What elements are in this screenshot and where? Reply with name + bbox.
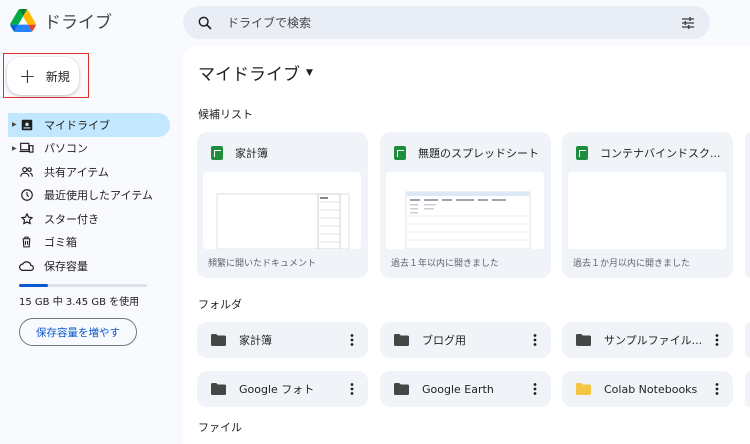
search-input[interactable] — [227, 15, 680, 30]
sidebar-item-label: パソコン — [44, 142, 88, 156]
storage-usage-fill — [19, 284, 49, 287]
folder-icon — [211, 334, 226, 346]
suggested-card-reason: 過去１か月以内に開きました — [573, 259, 691, 269]
folder-item[interactable]: ブログ用 — [380, 322, 551, 358]
folder-item-partial[interactable] — [745, 322, 750, 358]
folder-item[interactable]: Google Earth — [380, 371, 551, 407]
folder-name: Google フォト — [239, 383, 315, 396]
suggested-card-reason: 過去１年以内に開きました — [391, 259, 500, 269]
star-icon — [19, 211, 34, 226]
search-bar[interactable] — [183, 6, 710, 39]
sidebar-item-label: マイドライブ — [44, 118, 110, 132]
folder-item[interactable]: Colab Notebooks — [562, 371, 733, 407]
sheets-icon — [211, 146, 223, 160]
more-options-icon[interactable] — [707, 379, 727, 399]
suggested-card-partial[interactable] — [745, 132, 750, 278]
sidebar-item-label: 共有アイテム — [44, 165, 109, 179]
sidebar-item-starred[interactable]: スター付き — [0, 207, 175, 231]
folder-name: Google Earth — [422, 382, 494, 396]
sidebar-item-label: ゴミ箱 — [44, 236, 77, 250]
get-more-storage-button[interactable]: 保存容量を増やす — [19, 318, 137, 346]
sheets-icon — [394, 146, 406, 160]
sidebar-item-my-drive[interactable]: ▶ マイドライブ — [8, 113, 170, 137]
new-button[interactable]: + 新規 — [7, 57, 79, 95]
suggested-card-name: 無題のスプレッドシート — [418, 147, 539, 160]
trash-icon — [19, 235, 34, 250]
cloud-icon — [19, 258, 34, 273]
search-icon[interactable] — [197, 15, 213, 31]
sidebar-item-label: スター付き — [44, 212, 99, 226]
file-thumbnail — [568, 172, 726, 249]
suggested-card[interactable]: コンテナバインドスク... 過去１か月以内に開きました — [562, 132, 733, 278]
folder-item[interactable]: Google フォト — [197, 371, 368, 407]
computers-icon — [19, 141, 34, 156]
folder-icon — [211, 383, 226, 395]
folder-item-partial[interactable] — [745, 371, 750, 407]
storage-usage-bar — [19, 284, 147, 287]
sidebar-item-label: 保存容量 — [44, 259, 88, 273]
folder-name: サンプルファイル... — [604, 334, 703, 347]
folders-section-label: フォルダ — [198, 298, 242, 311]
new-button-label: 新規 — [45, 69, 70, 84]
suggested-section-label: 候補リスト — [198, 108, 253, 121]
shared-icon — [19, 164, 34, 179]
sidebar-item-trash[interactable]: ゴミ箱 — [0, 231, 175, 255]
suggested-card-name: コンテナバインドスク... — [600, 147, 721, 160]
sidebar-item-shared[interactable]: 共有アイテム — [0, 160, 175, 184]
recent-icon — [19, 188, 34, 203]
folder-icon — [576, 383, 591, 395]
suggested-card[interactable]: 無題のスプレッドシート 過去１年以内に開きました — [380, 132, 551, 278]
chevron-down-icon: ▼ — [306, 67, 313, 78]
more-options-icon[interactable] — [707, 330, 727, 350]
file-thumbnail — [386, 172, 544, 249]
google-drive-icon — [10, 9, 36, 32]
folder-icon — [394, 383, 409, 395]
sidebar-item-storage[interactable]: 保存容量 — [0, 254, 175, 278]
more-options-icon[interactable] — [525, 330, 545, 350]
drive-logo[interactable]: ドライブ — [10, 8, 112, 33]
folder-item[interactable]: サンプルファイル... — [562, 322, 733, 358]
files-section-label: ファイル — [198, 421, 242, 434]
folder-icon — [394, 334, 409, 346]
more-options-icon[interactable] — [525, 379, 545, 399]
more-options-icon[interactable] — [342, 379, 362, 399]
sidebar-nav: ▶ マイドライブ ▶ パソコン 共有アイテム 最近使用したアイテム スター付き — [0, 113, 175, 278]
file-thumbnail — [203, 172, 361, 249]
folder-name: ブログ用 — [422, 334, 466, 347]
plus-icon: + — [19, 64, 36, 88]
folder-name: Colab Notebooks — [604, 382, 698, 396]
suggested-card-name: 家計簿 — [235, 147, 268, 160]
folder-item[interactable]: 家計簿 — [197, 322, 368, 358]
sheets-icon — [576, 146, 588, 160]
sidebar-item-label: 最近使用したアイテム — [44, 189, 153, 203]
storage-usage-text: 15 GB 中 3.45 GB を使用 — [19, 297, 140, 308]
folder-icon — [576, 334, 591, 346]
search-options-icon[interactable] — [680, 15, 696, 31]
sidebar-item-recent[interactable]: 最近使用したアイテム — [0, 184, 175, 208]
app-title: ドライブ — [44, 13, 112, 33]
page-title-text: マイドライブ — [198, 65, 300, 85]
my-drive-icon — [19, 117, 34, 132]
suggested-card[interactable]: 家計簿 頻繁に開いたドキュメント — [197, 132, 368, 278]
page-title[interactable]: マイドライブ ▼ — [198, 60, 313, 85]
suggested-card-reason: 頻繁に開いたドキュメント — [208, 259, 317, 269]
main-panel: マイドライブ ▼ 候補リスト 家計簿 頻繁に開いたドキュメント 無題のスプレッド… — [183, 46, 750, 444]
expand-caret-icon[interactable]: ▶ — [12, 121, 17, 128]
sidebar-item-computers[interactable]: ▶ パソコン — [0, 137, 175, 161]
folder-name: 家計簿 — [239, 334, 272, 347]
more-options-icon[interactable] — [342, 330, 362, 350]
expand-caret-icon[interactable]: ▶ — [12, 145, 17, 152]
